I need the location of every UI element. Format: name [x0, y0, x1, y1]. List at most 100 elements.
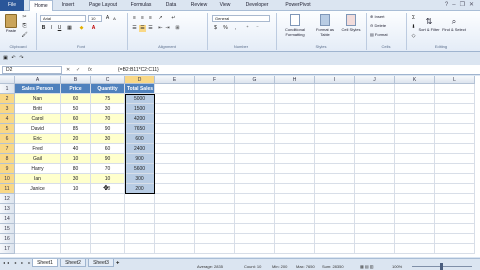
- grid-cell[interactable]: [195, 184, 235, 194]
- grid-cell[interactable]: [235, 174, 275, 184]
- table-cell[interactable]: Nan: [15, 94, 61, 104]
- grid-cell[interactable]: [315, 104, 355, 114]
- sort-filter-button[interactable]: ⇅ Sort & Filter: [418, 17, 440, 43]
- grid-cell[interactable]: [395, 114, 435, 124]
- grid-cell[interactable]: [435, 124, 475, 134]
- grid-cell[interactable]: [195, 124, 235, 134]
- grid-cell[interactable]: [355, 184, 395, 194]
- fill-icon[interactable]: ⬇: [410, 24, 417, 31]
- grid-cell[interactable]: [91, 214, 125, 224]
- fill-color-icon[interactable]: ◆: [78, 25, 85, 32]
- grid-cell[interactable]: [235, 94, 275, 104]
- orientation-icon[interactable]: ↗: [157, 15, 164, 22]
- grid-cell[interactable]: [355, 134, 395, 144]
- grid-cell[interactable]: [91, 204, 125, 214]
- view-buttons[interactable]: ▦ ▤ ▥: [360, 264, 374, 270]
- table-cell[interactable]: 80: [61, 164, 91, 174]
- align-bottom-icon[interactable]: ≡: [147, 15, 154, 22]
- grid-cell[interactable]: [155, 154, 195, 164]
- grid-cell[interactable]: [435, 104, 475, 114]
- column-header-i[interactable]: I: [315, 76, 355, 84]
- grid-cell[interactable]: [235, 244, 275, 254]
- clear-icon[interactable]: ◇: [410, 33, 417, 40]
- grid-cell[interactable]: [235, 84, 275, 94]
- column-header-f[interactable]: F: [195, 76, 235, 84]
- row-header-8[interactable]: 8: [0, 154, 15, 164]
- grid-cell[interactable]: [435, 134, 475, 144]
- grid-cell[interactable]: [275, 134, 315, 144]
- tab-view[interactable]: View: [215, 0, 235, 11]
- grid-cell[interactable]: [395, 134, 435, 144]
- grid-cell[interactable]: [15, 204, 61, 214]
- grid-cell[interactable]: [355, 244, 395, 254]
- grid-cell[interactable]: [235, 234, 275, 244]
- tab-powerpivot[interactable]: PowerPivot: [280, 0, 316, 11]
- grid-cell[interactable]: [275, 174, 315, 184]
- grid-cell[interactable]: [235, 104, 275, 114]
- grid-cell[interactable]: [125, 214, 155, 224]
- grid-cell[interactable]: [435, 154, 475, 164]
- grow-font-icon[interactable]: A: [104, 15, 111, 22]
- grid-cell[interactable]: [155, 204, 195, 214]
- grid-cell[interactable]: [155, 114, 195, 124]
- insert-function-button[interactable]: fx: [88, 66, 92, 74]
- table-cell[interactable]: 20: [61, 134, 91, 144]
- grid-cell[interactable]: [195, 144, 235, 154]
- select-all-corner[interactable]: [0, 76, 15, 84]
- row-header-7[interactable]: 7: [0, 144, 15, 154]
- column-header-b[interactable]: B: [61, 76, 91, 84]
- table-cell[interactable]: 85: [61, 124, 91, 134]
- cell-styles-button[interactable]: Cell Styles: [340, 14, 362, 42]
- grid-cell[interactable]: [235, 184, 275, 194]
- total-sales-cell[interactable]: 600: [125, 134, 155, 144]
- font-color-icon[interactable]: A: [90, 25, 97, 32]
- grid-cell[interactable]: [155, 174, 195, 184]
- grid-cell[interactable]: [195, 174, 235, 184]
- row-header-2[interactable]: 2: [0, 94, 15, 104]
- table-cell[interactable]: 50: [61, 104, 91, 114]
- row-header-10[interactable]: 10: [0, 174, 15, 184]
- table-cell[interactable]: Harry: [15, 164, 61, 174]
- decrease-indent-icon[interactable]: ⇤: [157, 25, 164, 32]
- grid-cell[interactable]: [91, 234, 125, 244]
- table-cell[interactable]: Ian: [15, 174, 61, 184]
- grid-cell[interactable]: [15, 224, 61, 234]
- grid-cell[interactable]: [315, 84, 355, 94]
- column-header-l[interactable]: L: [435, 76, 475, 84]
- column-header-e[interactable]: E: [155, 76, 195, 84]
- grid-cell[interactable]: [355, 144, 395, 154]
- grid-cell[interactable]: [155, 244, 195, 254]
- grid-cell[interactable]: [61, 214, 91, 224]
- grid-cell[interactable]: [355, 94, 395, 104]
- grid-cell[interactable]: [435, 234, 475, 244]
- paste-button[interactable]: Paste: [3, 14, 19, 42]
- grid-cell[interactable]: [355, 154, 395, 164]
- grid-cell[interactable]: [195, 204, 235, 214]
- grid-cell[interactable]: [275, 94, 315, 104]
- minimize-icon[interactable]: –: [452, 2, 459, 8]
- grid-cell[interactable]: [61, 224, 91, 234]
- tab-data[interactable]: Data: [160, 0, 182, 11]
- increase-indent-icon[interactable]: ⇥: [164, 25, 171, 32]
- table-cell[interactable]: 75: [91, 94, 125, 104]
- grid-cell[interactable]: [61, 204, 91, 214]
- total-sales-cell[interactable]: 5000: [125, 94, 155, 104]
- grid-cell[interactable]: [125, 194, 155, 204]
- row-header-17[interactable]: 17: [0, 244, 15, 254]
- format-as-table-button[interactable]: Format as Table: [312, 14, 338, 42]
- grid-cell[interactable]: [155, 144, 195, 154]
- grid-cell[interactable]: [235, 214, 275, 224]
- copy-icon[interactable]: ⎘: [21, 23, 28, 30]
- window-controls[interactable]: ?–❐✕: [445, 1, 478, 8]
- total-sales-cell[interactable]: 2400: [125, 144, 155, 154]
- table-cell[interactable]: 30: [91, 104, 125, 114]
- grid-cell[interactable]: [275, 224, 315, 234]
- align-middle-icon[interactable]: ≡: [139, 15, 146, 22]
- grid-cell[interactable]: [155, 134, 195, 144]
- conditional-formatting-button[interactable]: Conditional Formatting: [280, 14, 310, 42]
- grid-cell[interactable]: [15, 234, 61, 244]
- cut-icon[interactable]: ✂: [21, 14, 28, 21]
- grid-cell[interactable]: [435, 174, 475, 184]
- grid-cell[interactable]: [435, 184, 475, 194]
- grid-cell[interactable]: [435, 194, 475, 204]
